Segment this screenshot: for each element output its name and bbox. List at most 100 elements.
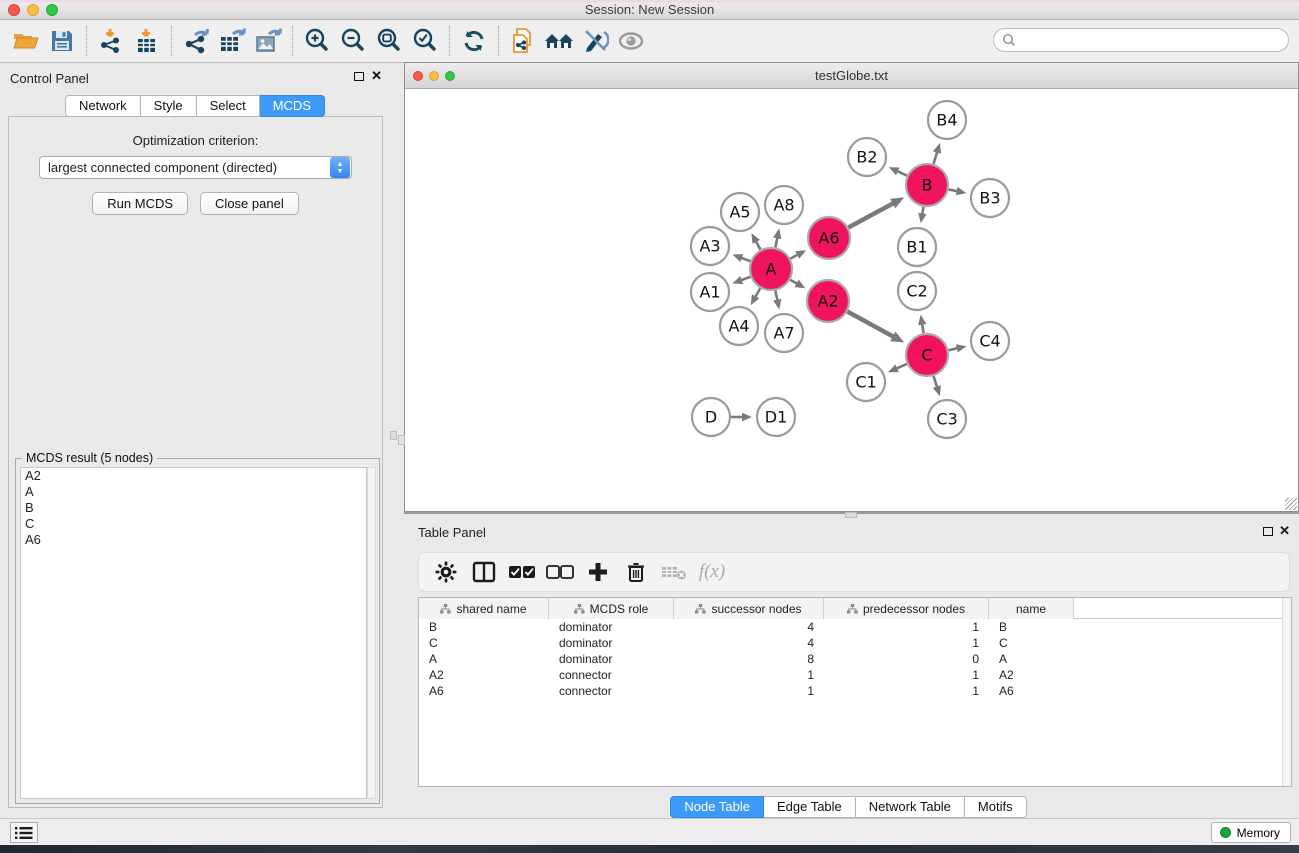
open-session-button[interactable] xyxy=(8,24,44,58)
select-all-rows-button[interactable] xyxy=(503,556,541,588)
result-item[interactable]: B xyxy=(21,500,366,516)
node-A3[interactable]: A3 xyxy=(691,227,729,265)
node-C2[interactable]: C2 xyxy=(898,272,936,310)
node-C[interactable]: C xyxy=(906,334,948,376)
show-all-button[interactable] xyxy=(613,24,649,58)
zoom-fit-button[interactable] xyxy=(371,24,407,58)
add-column-button[interactable] xyxy=(579,556,617,588)
run-mcds-button[interactable]: Run MCDS xyxy=(92,192,188,215)
network-resize-grip[interactable] xyxy=(1285,498,1297,510)
hide-selected-button[interactable] xyxy=(577,24,613,58)
tab-network[interactable]: Network xyxy=(65,95,141,117)
node-B[interactable]: B xyxy=(906,164,948,206)
edge-B-B4[interactable] xyxy=(933,151,937,164)
arrowhead xyxy=(732,276,743,284)
table-row[interactable]: Cdominator41C xyxy=(419,635,1291,651)
delete-table-button[interactable] xyxy=(655,556,693,588)
column-header-predecessor-nodes[interactable]: predecessor nodes xyxy=(824,598,989,619)
node-A5[interactable]: A5 xyxy=(721,193,759,231)
apply-layout-button[interactable] xyxy=(456,24,492,58)
node-table[interactable]: shared nameMCDS rolesuccessor nodesprede… xyxy=(418,597,1292,787)
export-network-button[interactable] xyxy=(178,24,214,58)
table-row[interactable]: A2connector11A2 xyxy=(419,667,1291,683)
node-B4[interactable]: B4 xyxy=(928,101,966,139)
mcds-result-list[interactable]: A2ABCA6 xyxy=(20,467,367,799)
tab-style[interactable]: Style xyxy=(141,95,197,117)
import-table-button[interactable] xyxy=(129,24,165,58)
export-image-button[interactable] xyxy=(250,24,286,58)
splitter-grip[interactable] xyxy=(390,431,397,440)
memory-button[interactable]: Memory xyxy=(1211,822,1291,843)
node-B1[interactable]: B1 xyxy=(898,228,936,266)
edge-A2-C[interactable] xyxy=(847,312,894,338)
node-A[interactable]: A xyxy=(750,248,792,290)
cell: 4 xyxy=(674,635,824,651)
node-A2[interactable]: A2 xyxy=(807,280,849,322)
node-A1[interactable]: A1 xyxy=(691,273,729,311)
search-box[interactable] xyxy=(993,28,1289,52)
network-left-grip[interactable] xyxy=(398,435,405,445)
float-panel-icon[interactable] xyxy=(354,72,364,81)
close-panel-icon[interactable]: ✕ xyxy=(371,68,382,84)
node-D[interactable]: D xyxy=(692,398,730,436)
gear-icon xyxy=(435,561,457,583)
save-session-button[interactable] xyxy=(44,24,80,58)
result-item[interactable]: A6 xyxy=(21,532,366,548)
splitter-grip[interactable] xyxy=(845,512,857,518)
cell: A xyxy=(989,651,1074,667)
zoom-in-button[interactable] xyxy=(299,24,335,58)
node-C3[interactable]: C3 xyxy=(928,400,966,438)
node-A7[interactable]: A7 xyxy=(765,314,803,352)
function-builder-button[interactable]: f(x) xyxy=(693,556,731,588)
result-item[interactable]: C xyxy=(21,516,366,532)
new-network-from-selection-button[interactable] xyxy=(505,24,541,58)
table-settings-button[interactable] xyxy=(427,556,465,588)
zoom-in-icon xyxy=(303,27,331,55)
tab-motifs[interactable]: Motifs xyxy=(965,796,1027,818)
export-table-button[interactable] xyxy=(214,24,250,58)
horizontal-splitter[interactable] xyxy=(404,512,1299,519)
close-panel-icon[interactable]: ✕ xyxy=(1279,523,1290,539)
first-neighbors-button[interactable] xyxy=(541,24,577,58)
network-canvas[interactable]: B4 B2 B B3 A8A5 A6 A3 B1 A A1 C2 A2 A4A7 C4 C C1 C3 D D1 xyxy=(405,89,1298,511)
table-row[interactable]: Adominator80A xyxy=(419,651,1291,667)
result-item[interactable]: A2 xyxy=(21,468,366,484)
table-row[interactable]: A6connector11A6 xyxy=(419,683,1291,699)
column-header-MCDS-role[interactable]: MCDS role xyxy=(549,598,674,619)
import-network-button[interactable] xyxy=(93,24,129,58)
task-history-button[interactable] xyxy=(10,822,38,843)
result-item[interactable]: A xyxy=(21,484,366,500)
split-columns-button[interactable] xyxy=(465,556,503,588)
zoom-selected-button[interactable] xyxy=(407,24,443,58)
tab-select[interactable]: Select xyxy=(197,95,260,117)
status-bar: Memory xyxy=(0,818,1299,845)
table-row[interactable]: Bdominator41B xyxy=(419,619,1291,635)
column-header-shared-name[interactable]: shared name xyxy=(419,598,549,619)
vertical-splitter[interactable] xyxy=(390,63,398,818)
delete-columns-button[interactable] xyxy=(617,556,655,588)
tab-node-table[interactable]: Node Table xyxy=(670,796,764,818)
tab-edge-table[interactable]: Edge Table xyxy=(764,796,856,818)
node-B2[interactable]: B2 xyxy=(848,138,886,176)
network-graph[interactable]: B4 B2 B B3 A8A5 A6 A3 B1 A A1 C2 A2 A4A7 C4 C C1 C3 D D1 xyxy=(405,89,1298,510)
column-header-name[interactable]: name xyxy=(989,598,1074,619)
node-A4[interactable]: A4 xyxy=(720,307,758,345)
close-panel-button[interactable]: Close panel xyxy=(200,192,299,215)
deselect-all-rows-button[interactable] xyxy=(541,556,579,588)
node-A8[interactable]: A8 xyxy=(765,186,803,224)
edge-A6-B[interactable] xyxy=(848,203,894,228)
table-scrollbar[interactable] xyxy=(1282,598,1291,786)
node-C1[interactable]: C1 xyxy=(847,363,885,401)
node-D1[interactable]: D1 xyxy=(757,398,795,436)
node-C4[interactable]: C4 xyxy=(971,322,1009,360)
column-header-successor-nodes[interactable]: successor nodes xyxy=(674,598,824,619)
result-scrollbar[interactable] xyxy=(367,467,376,799)
search-input[interactable] xyxy=(1016,30,1278,50)
tab-mcds[interactable]: MCDS xyxy=(260,95,325,117)
node-A6[interactable]: A6 xyxy=(808,217,850,259)
float-panel-icon[interactable] xyxy=(1263,527,1273,536)
zoom-out-button[interactable] xyxy=(335,24,371,58)
tab-network-table[interactable]: Network Table xyxy=(856,796,965,818)
optimization-criterion-select[interactable]: largest connected component (directed) ▲… xyxy=(39,156,352,179)
node-B3[interactable]: B3 xyxy=(971,179,1009,217)
